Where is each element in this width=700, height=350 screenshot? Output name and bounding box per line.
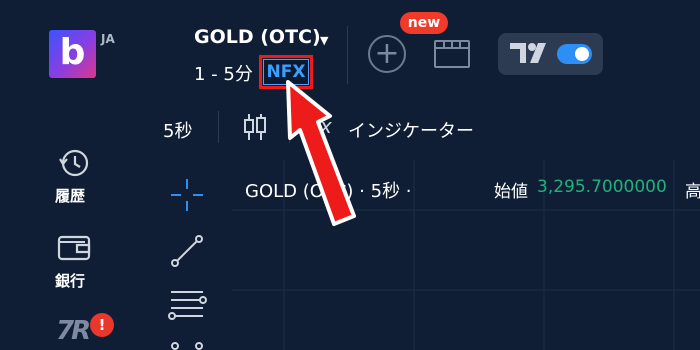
history-icon[interactable]: [56, 147, 90, 179]
fib-levels-icon[interactable]: [167, 286, 207, 322]
crosshair-icon[interactable]: [169, 177, 205, 213]
app-logo[interactable]: b: [49, 30, 96, 78]
tradingview-toggle[interactable]: [498, 33, 603, 75]
wallet-icon[interactable]: [57, 234, 91, 262]
candlestick-icon[interactable]: [243, 112, 267, 142]
alert-badge: !: [90, 313, 114, 337]
new-badge: new: [400, 12, 448, 34]
toggle-switch[interactable]: [557, 44, 592, 64]
sidebar-item-bank[interactable]: 銀行: [55, 270, 85, 291]
expiry-range: 1 - 5分: [194, 64, 253, 85]
indicators-button[interactable]: インジケーター: [348, 117, 474, 143]
pattern-tool-icon[interactable]: [169, 338, 205, 350]
layout-icon[interactable]: [434, 40, 470, 68]
tradingview-logo-icon: [508, 39, 554, 73]
sidebar-item-tr[interactable]: 7R: [56, 316, 91, 346]
add-chart-button[interactable]: +: [368, 35, 406, 73]
interval-selector[interactable]: 5秒: [163, 117, 192, 143]
open-label: 始値: [494, 182, 528, 202]
toggle-knob: [575, 47, 589, 61]
divider: [218, 111, 219, 143]
annotation-arrow-icon: [286, 80, 356, 226]
open-value: 3,295.7000000: [537, 177, 667, 197]
language-selector[interactable]: JA: [101, 32, 115, 46]
asset-title[interactable]: GOLD (OTC): [194, 26, 321, 48]
high-label: 高: [685, 182, 700, 202]
divider: [347, 26, 348, 84]
sidebar-item-history[interactable]: 履歴: [55, 185, 85, 206]
plus-icon: +: [374, 36, 400, 71]
trendline-icon[interactable]: [169, 233, 205, 269]
logo-letter: b: [59, 32, 86, 73]
chevron-down-icon[interactable]: ▼: [320, 34, 328, 47]
